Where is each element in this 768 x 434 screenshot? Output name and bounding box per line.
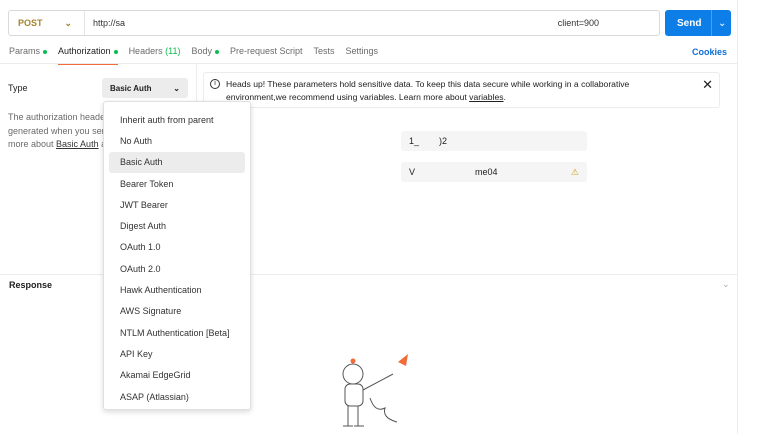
tab-count: (11) (165, 46, 181, 56)
tab-label: Body (191, 46, 212, 56)
cookies-link[interactable]: Cookies (692, 47, 727, 57)
auth-type-dropdown: Inherit auth from parent No Auth Basic A… (103, 101, 251, 410)
option-inherit-auth[interactable]: Inherit auth from parent (109, 109, 245, 130)
tab-headers[interactable]: Headers (11) (129, 46, 181, 63)
divider (0, 63, 737, 64)
desc-line: The authorization header (8, 112, 103, 122)
password-start: V (409, 167, 416, 177)
type-label: Type (8, 83, 28, 93)
tab-label: Authorization (58, 46, 111, 56)
url-start: http://sa (93, 18, 126, 28)
option-no-auth[interactable]: No Auth (109, 130, 245, 151)
chevron-down-icon: ⌄ (64, 17, 72, 28)
tab-settings[interactable]: Settings (346, 46, 379, 63)
info-icon: i (210, 79, 220, 89)
tab-label: Headers (128, 46, 163, 56)
response-title: Response (9, 280, 53, 290)
option-ntlm[interactable]: NTLM Authentication [Beta] (109, 322, 245, 343)
chevron-down-icon[interactable]: ⌄ (722, 279, 730, 290)
status-dot (214, 49, 219, 54)
url-end: client=900 (557, 18, 599, 28)
option-basic-auth[interactable]: Basic Auth (109, 151, 245, 173)
url-input[interactable]: http://sa client=900 (85, 18, 659, 28)
option-oauth-2[interactable]: OAuth 2.0 (109, 258, 245, 279)
password-value: Vme04 (409, 167, 498, 177)
request-tabs: Params Authorization Headers (11) Body P… (9, 46, 389, 65)
send-button[interactable]: Send ⌄ (665, 10, 731, 36)
username-value: 1_ )2 (409, 136, 448, 146)
auth-type-select[interactable]: Basic Auth ⌄ (102, 78, 188, 98)
method-label: POST (18, 18, 43, 28)
tab-authorization[interactable]: Authorization (58, 46, 118, 65)
option-hawk[interactable]: Hawk Authentication (109, 279, 245, 300)
status-dot (43, 49, 48, 54)
option-aws-signature[interactable]: AWS Signature (109, 301, 245, 322)
variables-link[interactable]: variables (469, 92, 503, 102)
auth-type-value: Basic Auth (110, 83, 152, 93)
method-select[interactable]: POST ⌄ (9, 11, 85, 35)
desc-line: generated when you send (8, 125, 103, 136)
password-field[interactable]: Vme04 ⚠ (401, 162, 587, 182)
close-icon[interactable]: ✕ (702, 78, 713, 91)
tab-pre-request-script[interactable]: Pre-request Script (230, 46, 303, 63)
astronaut-illustration (342, 354, 408, 427)
warning-icon: ⚠ (570, 166, 579, 177)
tab-params[interactable]: Params (9, 46, 48, 63)
tab-tests[interactable]: Tests (314, 46, 335, 63)
basic-auth-link[interactable]: Basic Auth (56, 139, 99, 149)
desc-line: more about (8, 139, 54, 149)
divider (737, 0, 738, 434)
send-label: Send (677, 17, 702, 29)
option-api-key[interactable]: API Key (109, 343, 245, 364)
option-digest-auth[interactable]: Digest Auth (109, 215, 245, 236)
auth-description: The authorization header generated when … (8, 111, 103, 152)
tab-body[interactable]: Body (191, 46, 219, 63)
info-banner: i Heads up! These parameters hold sensit… (203, 72, 720, 108)
info-text: Heads up! These parameters hold sensitiv… (226, 79, 630, 102)
status-dot (113, 49, 118, 54)
chevron-down-icon: ⌄ (173, 83, 180, 93)
option-bearer-token[interactable]: Bearer Token (109, 173, 245, 194)
chevron-down-icon[interactable]: ⌄ (711, 10, 726, 36)
url-bar: POST ⌄ http://sa client=900 (8, 10, 660, 36)
info-tail: . (503, 92, 506, 102)
password-end: me04 (475, 167, 498, 177)
option-jwt-bearer[interactable]: JWT Bearer (109, 194, 245, 215)
username-field[interactable]: 1_ )2 (401, 131, 587, 151)
option-asap[interactable]: ASAP (Atlassian) (109, 386, 245, 407)
option-akamai[interactable]: Akamai EdgeGrid (109, 365, 245, 386)
option-oauth-1[interactable]: OAuth 1.0 (109, 237, 245, 258)
tab-label: Params (9, 46, 41, 56)
